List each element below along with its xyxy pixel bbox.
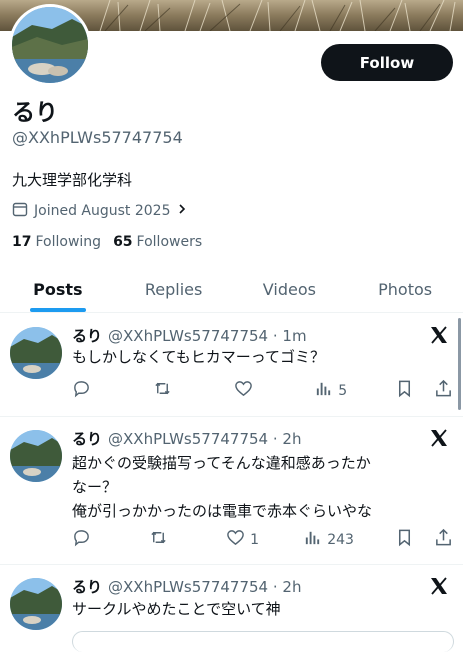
tweet-author-name[interactable]: るり: [72, 578, 102, 596]
followers-count: 65: [113, 234, 133, 250]
tweet-meta: @XXhPLWs57747754 · 1m: [108, 327, 307, 345]
like-button[interactable]: 1: [226, 528, 262, 551]
following-label: Following: [35, 234, 102, 250]
profile-avatar[interactable]: [9, 4, 91, 86]
views-count: 5: [338, 382, 348, 399]
share-button[interactable]: [434, 379, 453, 402]
following-link[interactable]: 17 Following: [12, 234, 101, 250]
tweet-text: もしかしなくてもヒカマーってゴミ？: [72, 346, 412, 368]
tweet-text: サークルやめたことで空いて神: [72, 598, 412, 620]
share-icon: [434, 379, 453, 402]
tweet[interactable]: るり @XXhPLWs57747754 · 2h 超かぐの受験描写ってそんな違和感…: [0, 416, 463, 565]
bookmark-button[interactable]: [395, 528, 414, 551]
profile-tabs: Posts Replies Videos Photos: [0, 266, 463, 313]
like-count: 1: [250, 531, 260, 548]
profile-stats: 17 Following 65 Followers: [12, 234, 202, 250]
reply-icon: [72, 379, 91, 402]
tweet-meta: @XXhPLWs57747754 · 2h: [108, 430, 302, 448]
views-button[interactable]: 5: [314, 379, 350, 402]
views-button[interactable]: 243: [303, 528, 354, 551]
tweet-header: るり @XXhPLWs57747754 · 2h: [72, 428, 301, 449]
reply-button[interactable]: [72, 528, 108, 551]
like-icon: [226, 528, 245, 551]
quote-tweet-card[interactable]: [72, 631, 454, 652]
followers-label: Followers: [136, 234, 203, 250]
like-icon: [234, 379, 253, 402]
tab-posts[interactable]: Posts: [0, 266, 116, 312]
tweet-text-line: もしかしなくてもヒカマーってゴミ？: [72, 348, 326, 366]
tab-replies[interactable]: Replies: [116, 266, 232, 312]
retweet-icon: [153, 379, 172, 402]
profile-name: るり: [12, 100, 58, 126]
tweet-author-name[interactable]: るり: [72, 430, 102, 448]
bookmark-icon: [395, 528, 414, 551]
share-icon: [434, 528, 453, 551]
joined-label: Joined August 2025: [34, 203, 171, 219]
tweet-header: るり @XXhPLWs57747754 · 2h: [72, 576, 301, 597]
tweet-meta: @XXhPLWs57747754 · 2h: [108, 578, 302, 596]
tweet-header: るり @XXhPLWs57747754 · 1m: [72, 325, 307, 346]
follow-button[interactable]: Follow: [321, 44, 453, 81]
tab-photos[interactable]: Photos: [347, 266, 463, 312]
following-count: 17: [12, 234, 32, 250]
tweet-actions: 5: [72, 379, 453, 402]
profile-bio: 九大理学部化学科: [12, 171, 133, 189]
views-icon: [314, 379, 333, 402]
tweet[interactable]: るり @XXhPLWs57747754 · 2h サークルやめたことで空いて神: [0, 564, 463, 640]
tweet-avatar[interactable]: [10, 430, 62, 482]
retweet-icon: [149, 528, 168, 551]
tweet-text: 超かぐの受験描写ってそんな違和感あったか なー？ 俺が引っかかったのは電車で赤本…: [72, 451, 412, 523]
like-button[interactable]: [234, 379, 270, 402]
reply-icon: [72, 528, 91, 551]
reply-button[interactable]: [72, 379, 108, 402]
profile-handle: @XXhPLWs57747754: [12, 128, 183, 147]
x-logo-icon: [429, 576, 449, 596]
tweet-author-name[interactable]: るり: [72, 327, 102, 345]
joined-date[interactable]: Joined August 2025: [12, 201, 188, 221]
calendar-icon: [12, 201, 28, 221]
x-logo-icon: [429, 428, 449, 448]
retweet-button[interactable]: [149, 528, 185, 551]
share-button[interactable]: [434, 528, 453, 551]
tweet-text-line: サークルやめたことで空いて神: [72, 600, 281, 618]
tweet-text-line: 俺が引っかかったのは電車で赤本ぐらいやな: [72, 502, 373, 520]
followers-link[interactable]: 65 Followers: [113, 234, 202, 250]
tweet-text-line: なー？: [72, 478, 118, 496]
tweet-avatar[interactable]: [10, 327, 62, 379]
tweet-text-line: 超かぐの受験描写ってそんな違和感あったか: [72, 454, 371, 472]
x-logo-icon: [429, 325, 449, 345]
views-icon: [303, 528, 322, 551]
views-count: 243: [327, 531, 354, 548]
retweet-button[interactable]: [153, 379, 189, 402]
bookmark-button[interactable]: [395, 379, 414, 402]
bookmark-icon: [395, 379, 414, 402]
tweet-avatar[interactable]: [10, 578, 62, 630]
tab-videos[interactable]: Videos: [232, 266, 348, 312]
tweet[interactable]: るり @XXhPLWs57747754 · 1m もしかしなくてもヒカマーってゴミ…: [0, 313, 463, 417]
tweet-actions: 1 243: [72, 528, 453, 551]
chevron-right-icon: [176, 203, 188, 219]
